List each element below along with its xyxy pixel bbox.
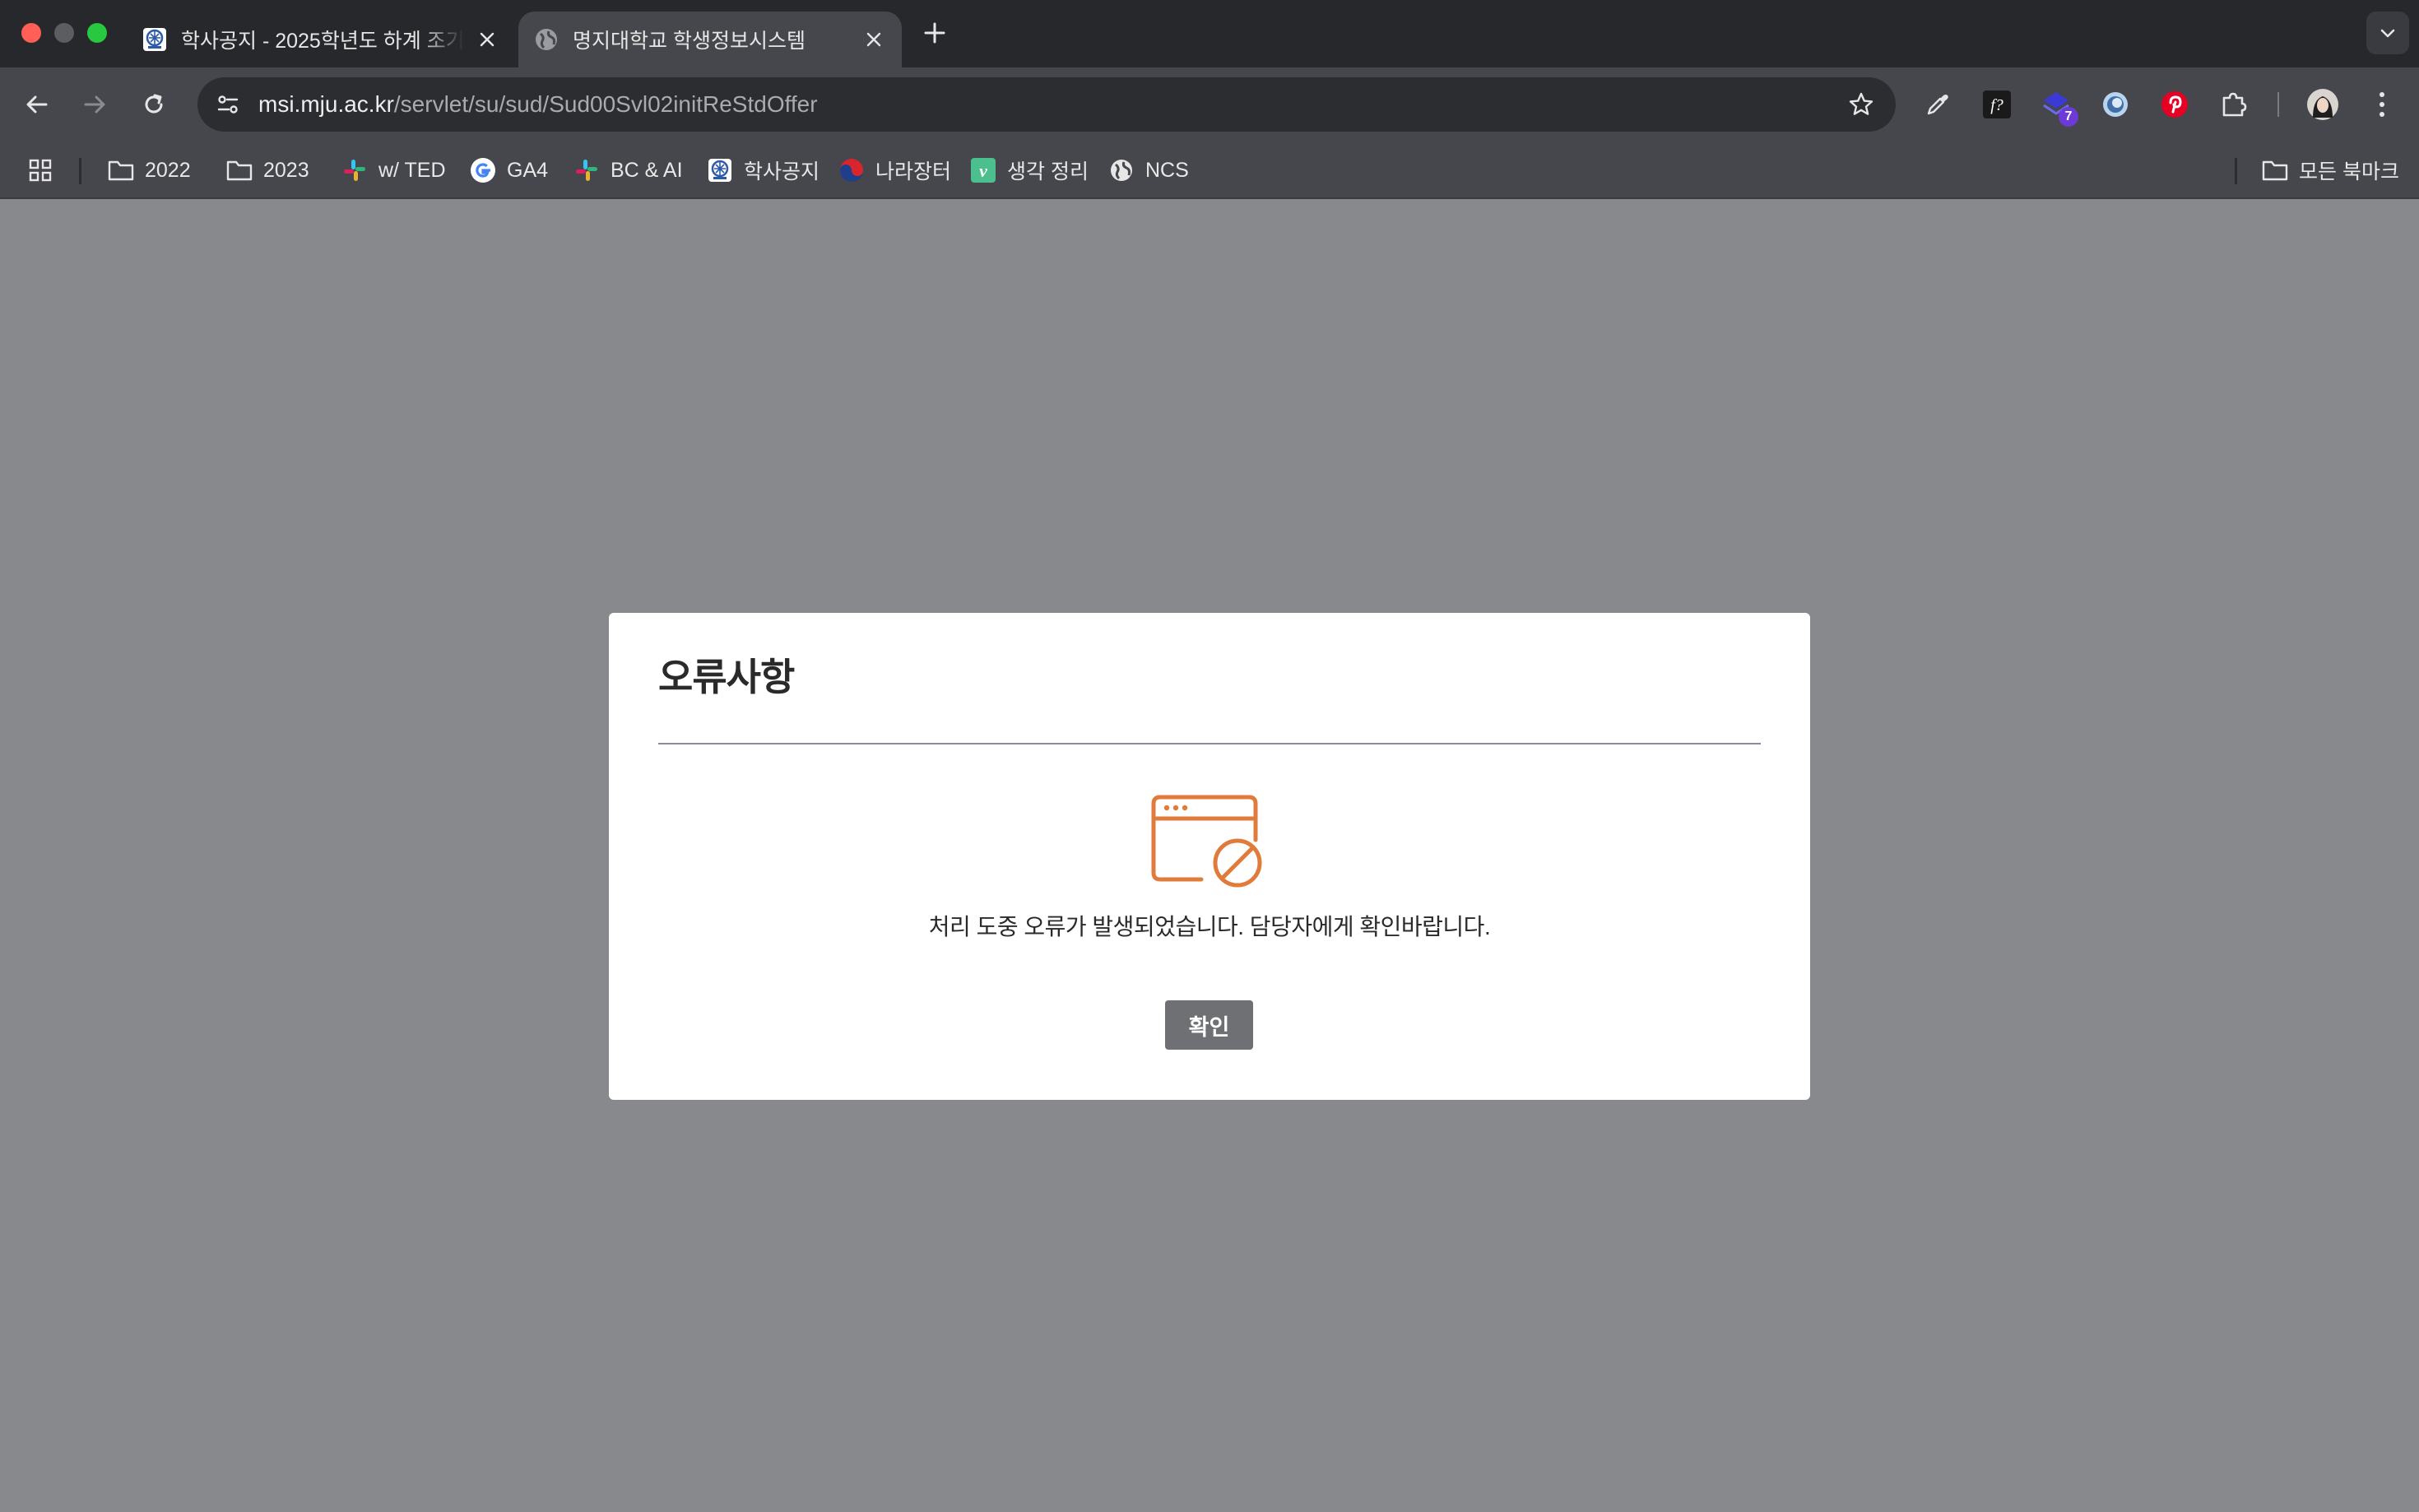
browser-toolbar: msi.mju.ac.kr/servlet/su/sud/Sud00Svl02i…: [0, 67, 2419, 141]
window-close-button[interactable]: [21, 23, 41, 43]
chevron-down-icon: [2380, 29, 2395, 38]
all-bookmarks-button[interactable]: 모든 북마크: [2261, 151, 2399, 189]
university-emblem-icon: [706, 156, 734, 184]
avatar[interactable]: [2304, 86, 2342, 123]
tab-title: 학사공지 - 2025학년도 하계 조기졸: [181, 30, 471, 53]
eyedropper-icon[interactable]: [1919, 86, 1957, 123]
svg-text:f?: f?: [1990, 96, 2003, 114]
extension-badge: 7: [2059, 107, 2078, 127]
tab-student-info-system[interactable]: 명지대학교 학생정보시스템: [518, 12, 902, 67]
layers-extension-icon[interactable]: 7: [2037, 86, 2078, 127]
toolbar-separator: [2277, 92, 2279, 117]
tab-academic-notice[interactable]: 학사공지 - 2025학년도 하계 조기졸: [132, 12, 515, 67]
bookmark-bc-ai[interactable]: BC & AI: [573, 151, 683, 189]
blocked-window-icon: [1151, 795, 1262, 888]
apps-button[interactable]: [26, 151, 64, 189]
tab-close-icon[interactable]: [471, 23, 504, 56]
error-message: 처리 도중 오류가 발생되었습니다. 담당자에게 확인바랍니다.: [928, 914, 1491, 939]
address-bar[interactable]: msi.mju.ac.kr/servlet/su/sud/Sud00Svl02i…: [197, 77, 1896, 132]
korea-emblem-icon: [838, 156, 866, 184]
bookmark-separator: [2235, 158, 2237, 184]
slack-icon: [341, 156, 369, 184]
globe-icon: [1107, 156, 1135, 184]
url-path: /servlet/su/sud/Sud00Svl02initReStdOffer: [393, 91, 818, 117]
forward-button[interactable]: [76, 86, 114, 123]
google-icon: [469, 156, 497, 184]
bookmark-folder-2022[interactable]: 2022: [107, 151, 191, 189]
back-button[interactable]: [18, 86, 56, 123]
dialog-divider: [658, 743, 1761, 744]
folder-icon: [225, 156, 253, 184]
bookmark-separator: [79, 158, 81, 184]
confirm-button[interactable]: 확인: [1165, 1000, 1253, 1050]
site-settings-icon[interactable]: [209, 86, 247, 123]
university-emblem-icon: [142, 26, 168, 53]
bookmark-w-ted[interactable]: w/ TED: [341, 151, 446, 189]
v-icon: v: [969, 156, 997, 184]
slack-icon: [573, 156, 601, 184]
bookmark-ncs[interactable]: NCS: [1107, 151, 1189, 189]
bookmark-label: 2023: [263, 158, 309, 182]
tab-search-button[interactable]: [2366, 12, 2409, 54]
url-text[interactable]: msi.mju.ac.kr/servlet/su/sud/Sud00Svl02i…: [258, 77, 818, 132]
puzzle-icon[interactable]: [2215, 86, 2253, 123]
dialog-title: 오류사항: [658, 656, 795, 698]
bookmark-ga4[interactable]: GA4: [469, 151, 548, 189]
globe-icon: [533, 26, 559, 53]
bookmark-label: w/ TED: [378, 158, 446, 182]
bookmark-label: 생각 정리: [1007, 160, 1089, 183]
window-minimize-button[interactable]: [54, 23, 74, 43]
bookmark-label: 나라장터: [875, 160, 952, 183]
bookmark-label: 학사공지: [744, 160, 820, 183]
tab-strip: 학사공지 - 2025학년도 하계 조기졸 명지대학교 학생정보시스템: [0, 0, 2419, 67]
bookmark-star-icon[interactable]: [1845, 88, 1878, 121]
bookmark-label: 모든 북마크: [2299, 160, 2399, 183]
url-host: msi.mju.ac.kr: [258, 91, 394, 117]
folder-icon: [2261, 156, 2289, 184]
arrow-left-icon: [26, 95, 48, 114]
tab-title: 명지대학교 학생정보시스템: [573, 30, 806, 53]
new-tab-button[interactable]: [917, 15, 953, 51]
pinterest-icon[interactable]: [2156, 86, 2194, 123]
svg-text:v: v: [979, 160, 987, 181]
circle-extension-icon[interactable]: [2096, 86, 2134, 123]
bookmark-thought-notes[interactable]: v 생각 정리: [969, 151, 1089, 189]
reload-button[interactable]: [135, 86, 173, 123]
apps-grid-icon: [26, 156, 54, 184]
tab-close-icon[interactable]: [857, 23, 890, 56]
error-dialog: 오류사항 처리 도중 오류가 발생되었습니다. 담당자에게 확인바랍니다. 확인: [609, 613, 1810, 1100]
window-maximize-button[interactable]: [87, 23, 107, 43]
bookmark-label: GA4: [507, 158, 549, 182]
arrow-right-icon: [84, 95, 105, 114]
bookmark-label: 2022: [145, 158, 191, 182]
bookmark-academic-notice[interactable]: 학사공지: [706, 151, 819, 189]
browser-menu-icon[interactable]: [2363, 86, 2401, 123]
bookmark-folder-2023[interactable]: 2023: [225, 151, 309, 189]
bookmark-narajangteo[interactable]: 나라장터: [838, 151, 951, 189]
bookmark-label: BC & AI: [611, 158, 683, 182]
folder-icon: [107, 156, 135, 184]
fontface-icon[interactable]: f?: [1978, 86, 2016, 123]
reload-icon: [145, 94, 163, 114]
bookmark-label: NCS: [1145, 158, 1189, 182]
bookmarks-bar: 2022 2023 w/ TED GA4 BC & AI 학사공지 나라장터 v…: [0, 141, 2419, 199]
